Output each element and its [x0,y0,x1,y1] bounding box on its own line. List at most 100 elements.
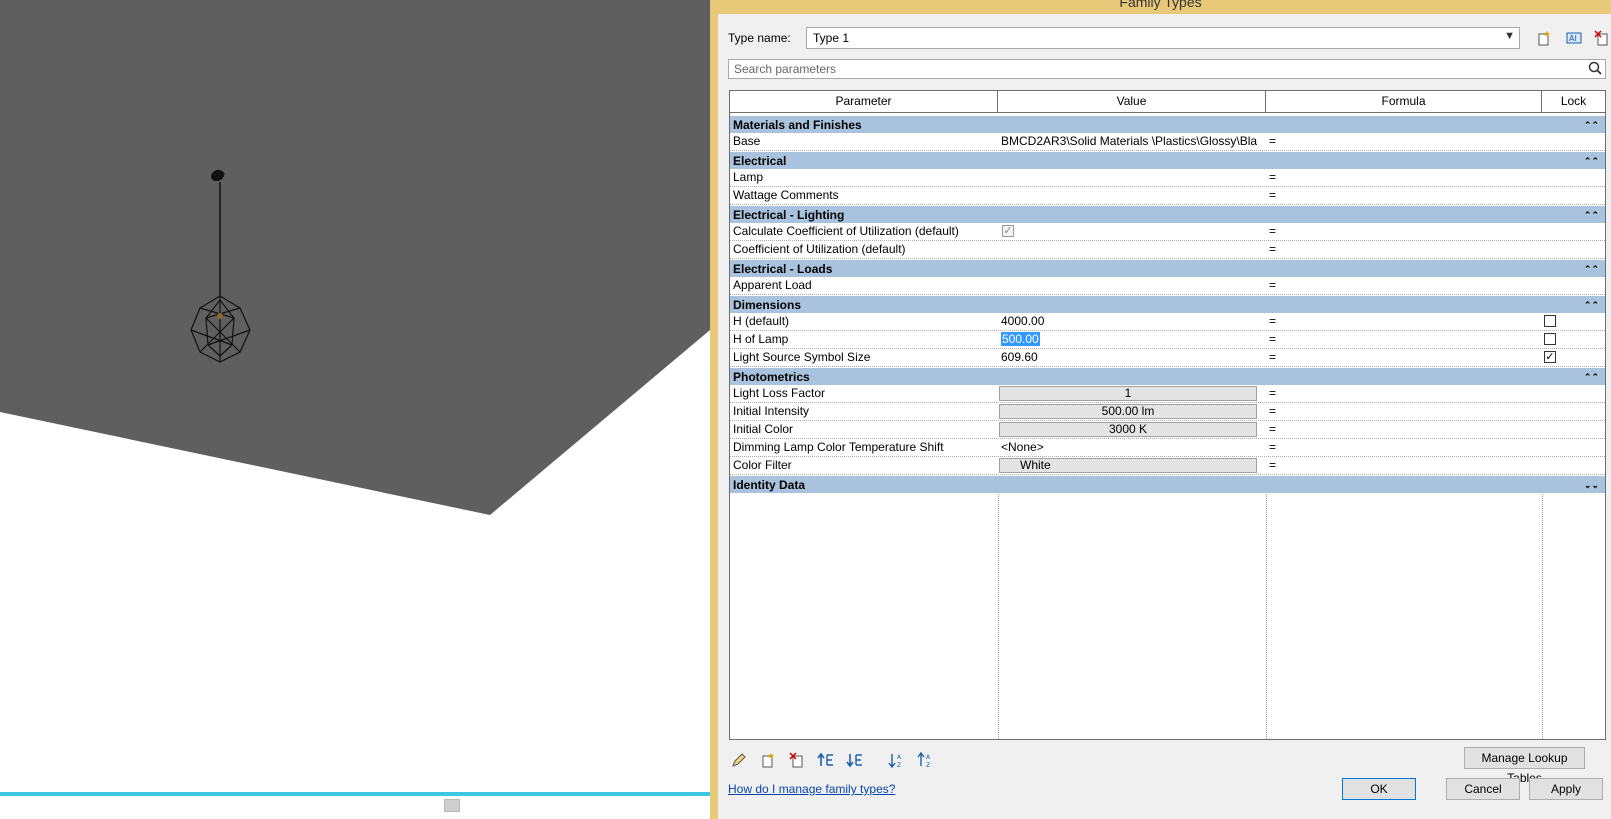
param-value-wattage-comments[interactable] [998,187,1266,204]
column-header-parameter[interactable]: Parameter [730,91,998,113]
param-formula[interactable]: = [1266,187,1542,204]
param-value-dimming-lamp-color[interactable]: <None> [998,439,1266,456]
column-header-value[interactable]: Value [998,91,1266,113]
param-value-coefficient[interactable] [998,241,1266,258]
rename-type-icon[interactable]: AI [1564,28,1584,48]
param-row-coefficient-of-utilization[interactable]: Coefficient of Utilization (default) = [730,241,1605,259]
svg-text:Z: Z [897,762,901,768]
param-value-h-of-lamp[interactable]: 500.00 [998,331,1266,348]
param-lock-cell [1542,133,1605,150]
param-value-apparent-load[interactable] [998,277,1266,294]
initial-intensity-button[interactable]: 500.00 lm [999,404,1257,419]
param-row-dimming-lamp-color[interactable]: Dimming Lamp Color Temperature Shift <No… [730,439,1605,457]
param-row-light-loss-factor[interactable]: Light Loss Factor 1 = [730,385,1605,403]
collapse-icon[interactable]: ⌃⌃ [1584,368,1599,386]
param-value-lamp[interactable] [998,169,1266,186]
param-name: Base [733,134,761,148]
param-row-initial-color[interactable]: Initial Color 3000 K = [730,421,1605,439]
group-label: Dimensions [733,298,802,312]
param-row-h-of-lamp[interactable]: H of Lamp 500.00 = [730,331,1605,349]
delete-parameter-icon[interactable] [786,750,808,770]
group-photometrics[interactable]: Photometrics ⌃⌃ [730,367,1605,385]
param-row-apparent-load[interactable]: Apparent Load = [730,277,1605,295]
param-formula[interactable]: = [1266,313,1542,330]
param-formula[interactable]: = [1266,331,1542,348]
param-formula[interactable]: = [1266,277,1542,294]
new-type-icon[interactable] [1534,28,1554,48]
chevron-down-icon[interactable]: ▼ [1504,30,1515,42]
collapse-icon[interactable]: ⌃⌃ [1584,296,1599,314]
pencil-icon[interactable] [728,750,750,770]
group-electrical-loads[interactable]: Electrical - Loads ⌃⌃ [730,259,1605,277]
type-name-value: Type 1 [813,31,850,45]
param-formula[interactable]: = [1266,241,1542,258]
param-formula[interactable]: = [1266,349,1542,366]
param-value-light-source-symbol-size[interactable]: 609.60 [998,349,1266,366]
initial-color-button[interactable]: 3000 K [999,422,1257,437]
move-down-icon[interactable] [844,750,866,770]
3d-viewport[interactable] [0,0,710,819]
param-row-light-source-symbol-size[interactable]: Light Source Symbol Size 609.60 = ✓ [730,349,1605,367]
calculate-cu-checkbox[interactable]: ✓ [1002,225,1014,237]
help-link[interactable]: How do I manage family types? [728,782,895,796]
group-electrical[interactable]: Electrical ⌃⌃ [730,151,1605,169]
grid-body: Materials and Finishes ⌃⌃ Base BMCD2AR3\… [730,115,1605,739]
param-name: Light Source Symbol Size [733,350,871,364]
new-parameter-icon[interactable] [757,750,779,770]
param-row-lamp[interactable]: Lamp = [730,169,1605,187]
ok-button[interactable]: OK [1342,778,1416,800]
param-value-base[interactable]: BMCD2AR3\Solid Materials \Plastics\Gloss… [998,133,1266,150]
apply-button[interactable]: Apply [1529,778,1603,800]
param-row-color-filter[interactable]: Color Filter White = [730,457,1605,475]
param-row-base[interactable]: Base BMCD2AR3\Solid Materials \Plastics\… [730,133,1605,151]
param-lock-cell [1542,277,1605,294]
collapse-icon[interactable]: ⌃⌃ [1584,152,1599,170]
param-formula[interactable]: = [1266,439,1542,456]
param-value-h-default[interactable]: 4000.00 [998,313,1266,330]
selected-value-text[interactable]: 500.00 [1001,332,1040,346]
search-parameters-input[interactable]: Search parameters [728,59,1606,79]
sort-ascending-icon[interactable]: AZ [886,750,908,770]
param-row-calculate-cu[interactable]: Calculate Coefficient of Utilization (de… [730,223,1605,241]
lock-checkbox-light-source-symbol-size[interactable]: ✓ [1544,351,1556,363]
column-header-formula[interactable]: Formula [1266,91,1542,113]
color-filter-button[interactable]: White [999,458,1257,473]
viewport-scroll-thumb[interactable] [444,799,460,812]
collapse-icon[interactable]: ⌃⌃ [1584,116,1599,134]
param-formula[interactable]: = [1266,403,1542,420]
param-row-initial-intensity[interactable]: Initial Intensity 500.00 lm = [730,403,1605,421]
column-header-lock[interactable]: Lock [1542,91,1605,113]
family-types-dialog: Family Types Type name: Type 1 ▼ AI Sear… [710,0,1611,819]
move-up-icon[interactable] [815,750,837,770]
search-icon[interactable] [1588,61,1602,78]
group-dimensions[interactable]: Dimensions ⌃⌃ [730,295,1605,313]
group-electrical-lighting[interactable]: Electrical - Lighting ⌃⌃ [730,205,1605,223]
param-formula[interactable]: = [1266,223,1542,240]
cancel-button[interactable]: Cancel [1446,778,1520,800]
sort-descending-icon[interactable]: AZ [915,750,937,770]
param-row-wattage-comments[interactable]: Wattage Comments = [730,187,1605,205]
group-identity-data[interactable]: Identity Data ⌄⌄ [730,475,1605,493]
group-materials-and-finishes[interactable]: Materials and Finishes ⌃⌃ [730,115,1605,133]
expand-icon[interactable]: ⌄⌄ [1584,476,1599,494]
param-formula[interactable]: = [1266,133,1542,150]
param-formula[interactable]: = [1266,169,1542,186]
collapse-icon[interactable]: ⌃⌃ [1584,206,1599,224]
param-formula[interactable]: = [1266,385,1542,402]
type-name-select[interactable]: Type 1 ▼ [806,27,1520,49]
param-value-cell: 1 [998,385,1266,402]
light-loss-factor-button[interactable]: 1 [999,386,1257,401]
group-label: Photometrics [733,370,810,384]
lock-checkbox-h-of-lamp[interactable] [1544,333,1556,345]
param-value-cell: White [998,457,1266,474]
ceiling-plane [0,0,710,515]
lock-checkbox-h-default[interactable] [1544,315,1556,327]
param-formula[interactable]: = [1266,421,1542,438]
param-name: Lamp [733,170,764,184]
param-formula[interactable]: = [1266,457,1542,474]
manage-lookup-tables-button[interactable]: Manage Lookup Tables [1464,747,1585,785]
param-row-h-default[interactable]: H (default) 4000.00 = [730,313,1605,331]
collapse-icon[interactable]: ⌃⌃ [1584,260,1599,278]
delete-type-icon[interactable] [1592,28,1611,48]
param-value-cell: 500.00 lm [998,403,1266,420]
